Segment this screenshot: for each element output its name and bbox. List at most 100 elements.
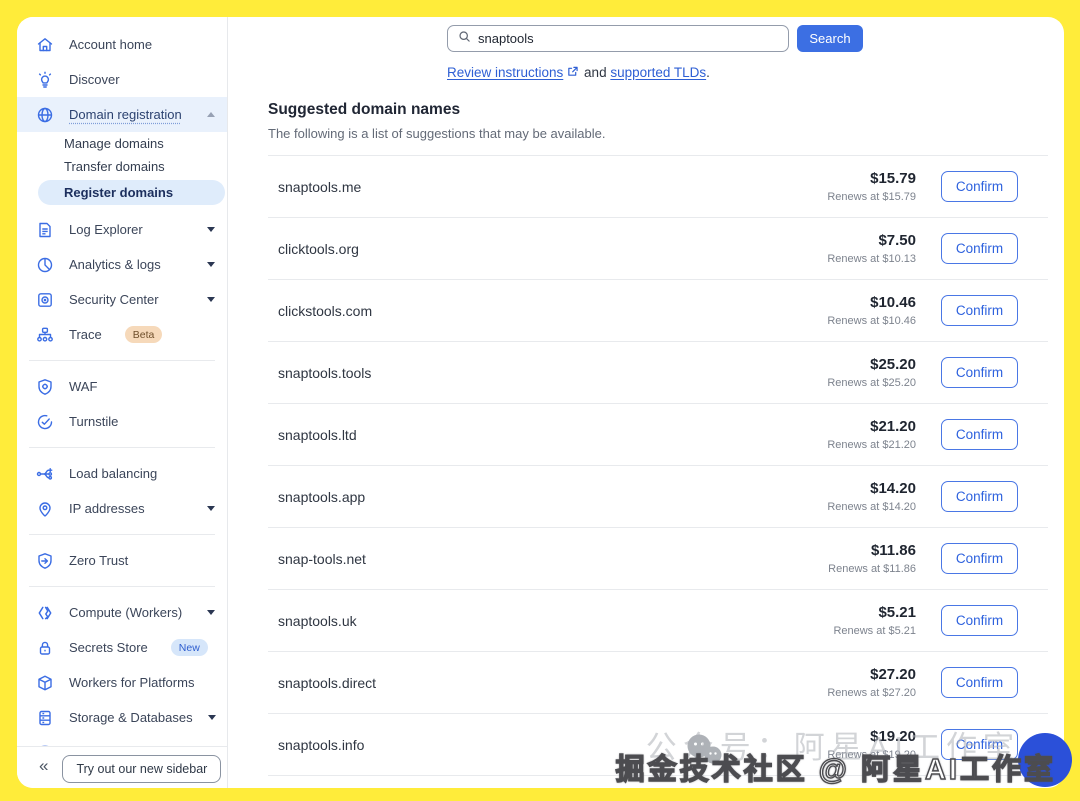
price: $25.20 xyxy=(870,356,916,373)
sidebar-item-secrets-store[interactable]: Secrets Store New xyxy=(17,630,227,665)
renewal-price: Renews at $11.86 xyxy=(828,563,916,575)
sidebar-item-load-balancing[interactable]: Load balancing xyxy=(17,456,227,491)
renewal-price: Renews at $14.20 xyxy=(827,501,916,513)
new-badge: New xyxy=(170,639,208,656)
sidebar-subitem-manage-domains[interactable]: Manage domains xyxy=(17,132,227,155)
beta-badge: Beta xyxy=(124,326,163,343)
suggested-domains-section: Suggested domain names The following is … xyxy=(268,101,1024,141)
sidebar-item-label: Zero Trust xyxy=(69,553,129,568)
supported-tlds-link[interactable]: supported TLDs xyxy=(610,65,706,80)
sidebar-item-storage-databases[interactable]: Storage & Databases xyxy=(17,700,227,735)
chevron-down-icon xyxy=(207,227,215,236)
period-text: . xyxy=(706,65,710,80)
search-input-wrap xyxy=(447,25,789,52)
sidebar-item-label: Workers for Platforms xyxy=(69,675,195,690)
table-row: snaptools.direct $27.20 Renews at $27.20… xyxy=(268,652,1048,714)
sidebar-nav: Account home Discover Domain registratio… xyxy=(17,27,227,746)
external-link-icon xyxy=(567,65,578,76)
confirm-button[interactable]: Confirm xyxy=(941,605,1018,636)
sidebar-subitem-register-domains[interactable]: Register domains xyxy=(38,180,225,205)
chevron-down-icon xyxy=(207,610,215,619)
table-row: snaptools.app $14.20 Renews at $14.20 Co… xyxy=(268,466,1048,528)
sidebar-item-label: Security Center xyxy=(69,292,159,307)
domain-name: snaptools.me xyxy=(278,178,362,195)
sidebar-item-account-home[interactable]: Account home xyxy=(17,27,227,62)
collapse-sidebar-icon[interactable]: « xyxy=(39,755,48,777)
price-block: $15.79 Renews at $15.79 xyxy=(827,170,916,203)
sidebar-item-label: Domain registration xyxy=(69,107,182,122)
confirm-button[interactable]: Confirm xyxy=(941,543,1018,574)
sidebar-item-turnstile[interactable]: Turnstile xyxy=(17,404,227,439)
sidebar-item-r2-object-storage[interactable]: R2 object storage xyxy=(17,735,227,746)
price: $5.21 xyxy=(878,604,916,621)
sidebar-item-waf[interactable]: WAF xyxy=(17,369,227,404)
workers-icon xyxy=(36,604,54,622)
lightbulb-icon xyxy=(36,71,54,89)
sidebar-item-label: IP addresses xyxy=(69,501,145,516)
sidebar-item-trace[interactable]: Trace Beta xyxy=(17,317,227,352)
domain-name: clickstools.com xyxy=(278,302,373,319)
domain-name: snaptools.uk xyxy=(278,612,357,629)
sidebar-item-discover[interactable]: Discover xyxy=(17,62,227,97)
price-block: $21.20 Renews at $21.20 xyxy=(827,418,916,451)
sidebar-item-compute-workers[interactable]: Compute (Workers) xyxy=(17,595,227,630)
globe-icon xyxy=(36,106,54,124)
page-title: Suggested domain names xyxy=(268,101,461,118)
sidebar-subitem-transfer-domains[interactable]: Transfer domains xyxy=(17,155,227,178)
page-subtitle: The following is a list of suggestions t… xyxy=(268,126,606,141)
check-circle-icon xyxy=(36,413,54,431)
sidebar-item-log-explorer[interactable]: Log Explorer xyxy=(17,212,227,247)
renewal-price: Renews at $15.79 xyxy=(827,191,916,203)
sidebar-item-domain-registration[interactable]: Domain registration xyxy=(17,97,227,132)
sidebar-item-ip-addresses[interactable]: IP addresses xyxy=(17,491,227,526)
renewal-price: Renews at $10.46 xyxy=(827,315,916,327)
domain-search-input[interactable] xyxy=(478,31,778,46)
confirm-button[interactable]: Confirm xyxy=(941,295,1018,326)
sidebar-item-label: Compute (Workers) xyxy=(69,605,183,620)
renewal-price: Renews at $5.21 xyxy=(833,625,916,637)
sidebar-item-zero-trust[interactable]: Zero Trust xyxy=(17,543,227,578)
cube-icon xyxy=(36,674,54,692)
sidebar-item-label: Discover xyxy=(69,72,120,87)
security-center-icon xyxy=(36,291,54,309)
sidebar-item-analytics-logs[interactable]: Analytics & logs xyxy=(17,247,227,282)
domain-name: clicktools.org xyxy=(278,240,359,257)
renewal-price: Renews at $10.13 xyxy=(827,253,916,265)
log-document-icon xyxy=(36,221,54,239)
search-button[interactable]: Search xyxy=(797,25,863,52)
sidebar: Account home Discover Domain registratio… xyxy=(17,17,228,788)
confirm-button[interactable]: Confirm xyxy=(941,233,1018,264)
sidebar-item-workers-for-platforms[interactable]: Workers for Platforms xyxy=(17,665,227,700)
lock-icon xyxy=(36,639,54,657)
sidebar-subitem-label: Manage domains xyxy=(64,136,164,151)
sidebar-item-label: Turnstile xyxy=(69,414,119,429)
load-balancing-icon xyxy=(36,465,54,483)
sidebar-item-security-center[interactable]: Security Center xyxy=(17,282,227,317)
and-text: and xyxy=(580,65,611,80)
dashboard-window: Account home Discover Domain registratio… xyxy=(17,17,1064,788)
sidebar-subitem-label: Register domains xyxy=(64,185,174,200)
watermark-main-text: 掘金技术社区 @ 阿星AI工作室 xyxy=(615,753,1056,786)
trace-nodes-icon xyxy=(36,326,54,344)
sidebar-item-label: Storage & Databases xyxy=(69,710,193,725)
table-row: snaptools.me $15.79 Renews at $15.79 Con… xyxy=(268,156,1048,218)
domain-name: snap-tools.net xyxy=(278,550,366,567)
table-row: snap-tools.net $11.86 Renews at $11.86 C… xyxy=(268,528,1048,590)
price: $27.20 xyxy=(870,666,916,683)
server-stack-icon xyxy=(36,709,54,727)
confirm-button[interactable]: Confirm xyxy=(941,481,1018,512)
price-block: $7.50 Renews at $10.13 xyxy=(827,232,916,265)
confirm-button[interactable]: Confirm xyxy=(941,357,1018,388)
confirm-button[interactable]: Confirm xyxy=(941,667,1018,698)
sidebar-subitem-label: Transfer domains xyxy=(64,159,165,174)
sidebar-divider xyxy=(29,586,215,587)
confirm-button[interactable]: Confirm xyxy=(941,171,1018,202)
domain-name: snaptools.app xyxy=(278,488,366,505)
confirm-button[interactable]: Confirm xyxy=(941,419,1018,450)
review-instructions-link[interactable]: Review instructions xyxy=(447,65,563,80)
domain-name: snaptools.tools xyxy=(278,364,372,381)
sidebar-item-label: Secrets Store xyxy=(69,640,148,655)
try-new-sidebar-button[interactable]: Try out our new sidebar xyxy=(62,755,222,783)
sidebar-divider xyxy=(29,360,215,361)
price: $7.50 xyxy=(878,232,916,249)
